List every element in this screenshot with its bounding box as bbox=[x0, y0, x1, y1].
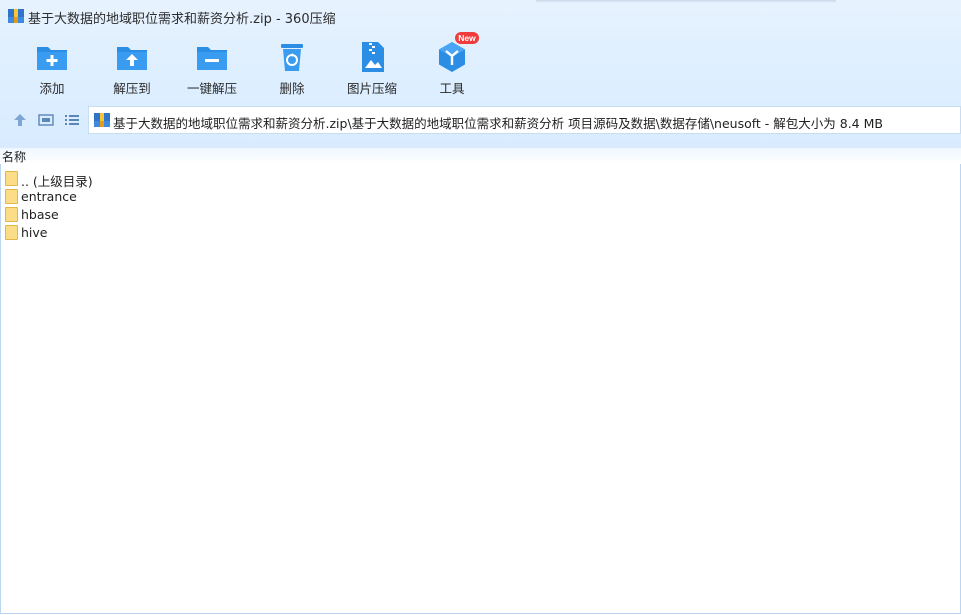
one-click-extract-label: 一键解压 bbox=[186, 81, 237, 96]
tools-cube-icon bbox=[439, 42, 465, 72]
navigation-bar: 基于大数据的地域职位需求和薪资分析.zip\基于大数据的地域职位需求和薪资分析 … bbox=[0, 106, 961, 136]
list-item-name: hive bbox=[21, 225, 48, 240]
tools-button[interactable]: 工具 bbox=[417, 36, 487, 97]
extract-to-label: 解压到 bbox=[113, 81, 151, 96]
toolbar: 添加 解压到 一键解压 删除 图片压缩 工具 New bbox=[0, 32, 961, 98]
image-compress-icon bbox=[362, 42, 384, 72]
delete-button[interactable]: 删除 bbox=[257, 36, 327, 97]
file-list: .. (上级目录) entrance hbase hive bbox=[0, 170, 961, 242]
add-label: 添加 bbox=[39, 81, 65, 96]
folder-icon bbox=[5, 225, 18, 240]
menu-shadow bbox=[536, 0, 836, 3]
tools-label: 工具 bbox=[439, 81, 465, 96]
folder-icon bbox=[5, 207, 18, 222]
zip-file-icon bbox=[94, 113, 110, 127]
archive-app-icon bbox=[8, 9, 24, 23]
list-item-parent-directory[interactable]: .. (上级目录) bbox=[0, 170, 961, 189]
list-view-icon[interactable] bbox=[64, 112, 80, 128]
column-header-name: 名称 bbox=[2, 150, 27, 164]
list-item[interactable]: hive bbox=[0, 224, 961, 242]
folder-icon bbox=[5, 189, 18, 204]
title-bar: 基于大数据的地域职位需求和薪资分析.zip - 360压缩 bbox=[0, 0, 961, 32]
list-item-name: hbase bbox=[21, 207, 59, 222]
one-click-extract-button[interactable]: 一键解压 bbox=[177, 36, 247, 97]
address-path: 基于大数据的地域职位需求和薪资分析.zip\基于大数据的地域职位需求和薪资分析 … bbox=[113, 116, 883, 131]
list-item-name: entrance bbox=[21, 189, 77, 204]
trash-icon bbox=[281, 44, 303, 71]
extract-to-button[interactable]: 解压到 bbox=[97, 36, 167, 97]
delete-label: 删除 bbox=[279, 81, 305, 96]
folder-icon bbox=[5, 171, 18, 186]
list-item[interactable]: entrance bbox=[0, 188, 961, 206]
address-bar[interactable]: 基于大数据的地域职位需求和薪资分析.zip\基于大数据的地域职位需求和薪资分析 … bbox=[88, 106, 961, 134]
new-badge: New bbox=[455, 32, 479, 44]
window-title: 基于大数据的地域职位需求和薪资分析.zip - 360压缩 bbox=[28, 12, 336, 27]
thumbnail-view-icon[interactable] bbox=[38, 112, 54, 128]
column-header[interactable]: 名称 bbox=[0, 148, 961, 164]
list-item[interactable]: hbase bbox=[0, 206, 961, 224]
folder-add-icon bbox=[37, 47, 67, 70]
add-button[interactable]: 添加 bbox=[17, 36, 87, 97]
up-arrow-icon[interactable] bbox=[12, 112, 28, 128]
image-compress-label: 图片压缩 bbox=[346, 81, 397, 96]
folder-oneclick-extract-icon bbox=[197, 47, 227, 70]
folder-extract-icon bbox=[117, 47, 147, 70]
image-compress-button[interactable]: 图片压缩 bbox=[337, 36, 407, 97]
